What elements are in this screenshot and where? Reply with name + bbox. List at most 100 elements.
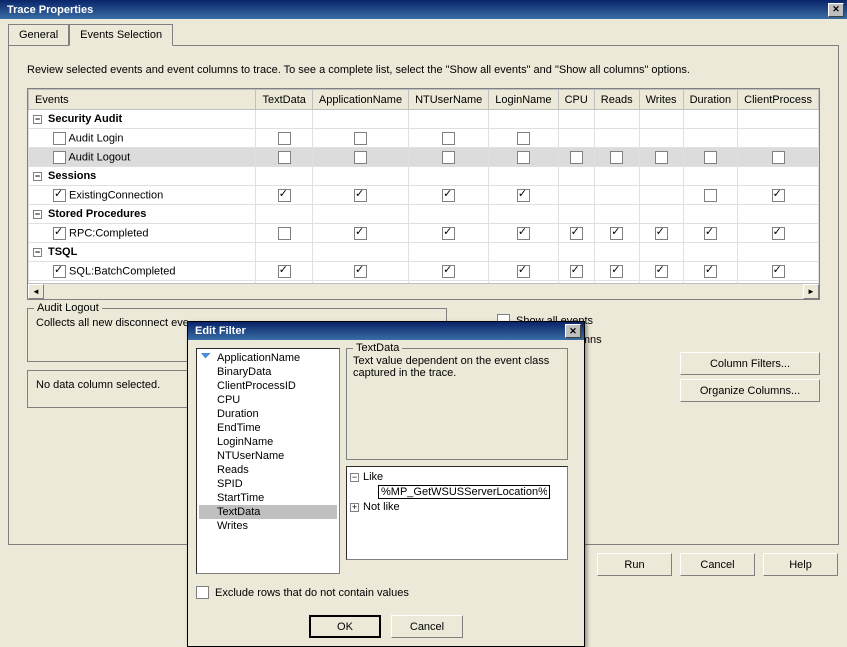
- column-header[interactable]: Duration: [683, 90, 738, 110]
- event-row[interactable]: RPC:Completed: [29, 224, 819, 243]
- tab-general[interactable]: General: [8, 24, 69, 46]
- exclude-checkbox[interactable]: [196, 586, 209, 599]
- column-header[interactable]: Reads: [594, 90, 639, 110]
- cell-checkbox[interactable]: [704, 227, 717, 240]
- event-row[interactable]: SQL:BatchCompleted: [29, 262, 819, 281]
- tree-notlike-node[interactable]: +Not like: [350, 500, 564, 514]
- collapse-icon[interactable]: −: [33, 115, 42, 124]
- scroll-right-icon[interactable]: ►: [803, 284, 819, 299]
- column-list-item[interactable]: SPID: [199, 477, 337, 491]
- ok-button[interactable]: OK: [309, 615, 381, 638]
- column-list-item[interactable]: Writes: [199, 519, 337, 533]
- modal-cancel-button[interactable]: Cancel: [391, 615, 463, 638]
- cell-checkbox[interactable]: [772, 265, 785, 278]
- cell-checkbox[interactable]: [610, 227, 623, 240]
- cell-checkbox[interactable]: [655, 227, 668, 240]
- cell-checkbox[interactable]: [517, 265, 530, 278]
- cell-checkbox[interactable]: [517, 151, 530, 164]
- column-header[interactable]: ApplicationName: [312, 90, 408, 110]
- cell-checkbox[interactable]: [570, 265, 583, 278]
- scroll-left-icon[interactable]: ◄: [28, 284, 44, 299]
- column-list-item[interactable]: ApplicationName: [199, 351, 337, 365]
- close-icon[interactable]: ✕: [828, 3, 844, 17]
- column-filters-button[interactable]: Column Filters...: [680, 352, 820, 375]
- cell-checkbox[interactable]: [278, 227, 291, 240]
- collapse-icon[interactable]: −: [33, 172, 42, 181]
- filter-tree[interactable]: −Like +Not like: [346, 466, 568, 560]
- cell-checkbox[interactable]: [610, 151, 623, 164]
- cell-checkbox[interactable]: [772, 227, 785, 240]
- exclude-row: Exclude rows that do not contain values: [196, 586, 576, 599]
- event-checkbox[interactable]: [53, 189, 66, 202]
- organize-columns-button[interactable]: Organize Columns...: [680, 379, 820, 402]
- collapse-icon[interactable]: −: [350, 473, 359, 482]
- scroll-track[interactable]: [44, 284, 803, 299]
- cell-checkbox[interactable]: [517, 227, 530, 240]
- expand-icon[interactable]: +: [350, 503, 359, 512]
- column-list-item[interactable]: BinaryData: [199, 365, 337, 379]
- cell-checkbox[interactable]: [655, 265, 668, 278]
- collapse-icon[interactable]: −: [33, 210, 42, 219]
- column-list-item[interactable]: CPU: [199, 393, 337, 407]
- event-row[interactable]: Audit Login: [29, 129, 819, 148]
- cell-checkbox[interactable]: [354, 151, 367, 164]
- tree-like-node[interactable]: −Like: [350, 470, 564, 484]
- help-button[interactable]: Help: [763, 553, 838, 576]
- column-header[interactable]: CPU: [558, 90, 594, 110]
- run-button[interactable]: Run: [597, 553, 672, 576]
- column-list-item[interactable]: LoginName: [199, 435, 337, 449]
- cancel-button[interactable]: Cancel: [680, 553, 755, 576]
- collapse-icon[interactable]: −: [33, 248, 42, 257]
- column-header[interactable]: Events: [29, 90, 256, 110]
- window-title: Trace Properties: [3, 4, 828, 16]
- event-checkbox[interactable]: [53, 227, 66, 240]
- column-list-item[interactable]: NTUserName: [199, 449, 337, 463]
- event-row[interactable]: Audit Logout: [29, 148, 819, 167]
- cell-checkbox[interactable]: [354, 189, 367, 202]
- cell-checkbox[interactable]: [354, 265, 367, 278]
- column-list-item[interactable]: TextData: [199, 505, 337, 519]
- event-checkbox[interactable]: [53, 132, 66, 145]
- column-list-item[interactable]: StartTime: [199, 491, 337, 505]
- cell-checkbox[interactable]: [442, 189, 455, 202]
- cell-checkbox[interactable]: [772, 151, 785, 164]
- cell-checkbox[interactable]: [704, 265, 717, 278]
- column-header[interactable]: LoginName: [489, 90, 558, 110]
- cell-checkbox[interactable]: [278, 151, 291, 164]
- column-list-item[interactable]: Reads: [199, 463, 337, 477]
- cell-checkbox[interactable]: [704, 151, 717, 164]
- event-checkbox[interactable]: [53, 265, 66, 278]
- cell-checkbox[interactable]: [442, 265, 455, 278]
- cell-checkbox[interactable]: [517, 189, 530, 202]
- event-row[interactable]: ExistingConnection: [29, 186, 819, 205]
- modal-close-icon[interactable]: ✕: [565, 324, 581, 338]
- column-list-item[interactable]: Duration: [199, 407, 337, 421]
- cell-checkbox[interactable]: [442, 227, 455, 240]
- cell-checkbox[interactable]: [278, 132, 291, 145]
- tab-events-selection[interactable]: Events Selection: [69, 24, 173, 46]
- cell-checkbox[interactable]: [442, 132, 455, 145]
- column-list[interactable]: ApplicationNameBinaryDataClientProcessID…: [196, 348, 340, 574]
- horizontal-scrollbar[interactable]: ◄ ►: [28, 283, 819, 299]
- column-header[interactable]: Writes: [639, 90, 683, 110]
- cell-checkbox[interactable]: [655, 151, 668, 164]
- column-header[interactable]: TextData: [256, 90, 312, 110]
- main-titlebar: Trace Properties ✕: [0, 0, 847, 19]
- cell-checkbox[interactable]: [278, 265, 291, 278]
- cell-checkbox[interactable]: [610, 265, 623, 278]
- cell-checkbox[interactable]: [517, 132, 530, 145]
- cell-checkbox[interactable]: [354, 132, 367, 145]
- cell-checkbox[interactable]: [278, 189, 291, 202]
- column-header[interactable]: ClientProcess: [738, 90, 819, 110]
- like-value-input[interactable]: [378, 485, 550, 499]
- event-checkbox[interactable]: [53, 151, 66, 164]
- cell-checkbox[interactable]: [772, 189, 785, 202]
- cell-checkbox[interactable]: [354, 227, 367, 240]
- cell-checkbox[interactable]: [570, 227, 583, 240]
- cell-checkbox[interactable]: [570, 151, 583, 164]
- column-list-item[interactable]: ClientProcessID: [199, 379, 337, 393]
- cell-checkbox[interactable]: [704, 189, 717, 202]
- column-list-item[interactable]: EndTime: [199, 421, 337, 435]
- cell-checkbox[interactable]: [442, 151, 455, 164]
- column-header[interactable]: NTUserName: [409, 90, 489, 110]
